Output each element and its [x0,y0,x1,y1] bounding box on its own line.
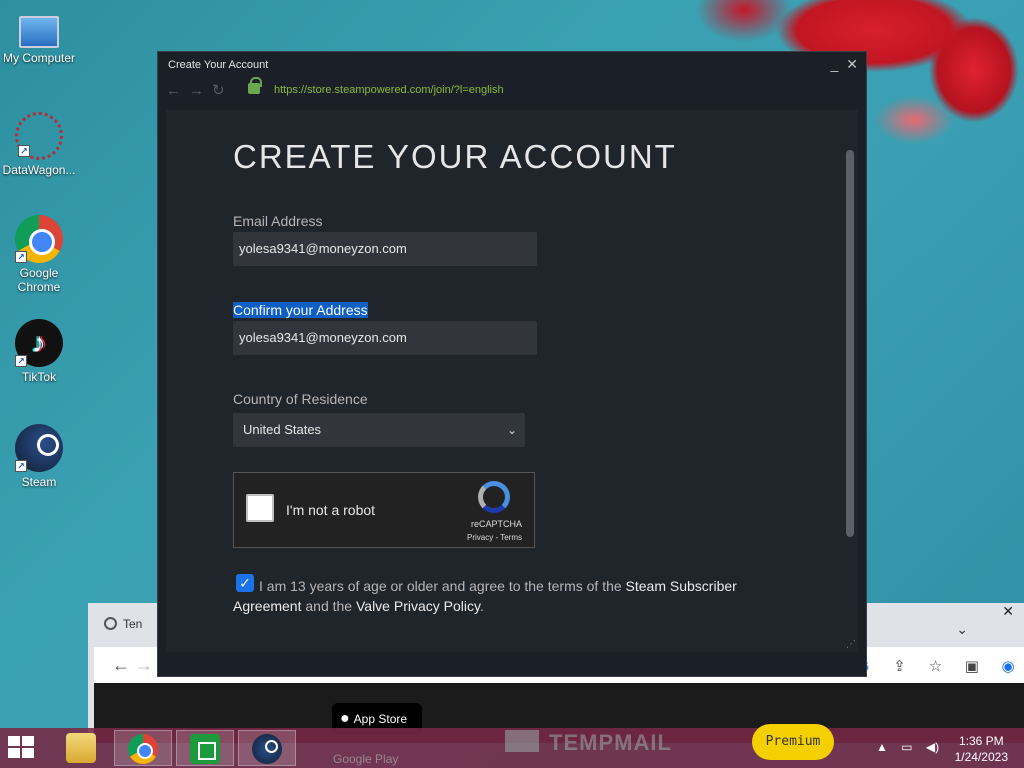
lock-icon [248,77,262,94]
taskbar-steam[interactable] [238,730,296,766]
recaptcha-label: I'm not a robot [286,502,376,518]
reload-icon[interactable]: ↻ [212,82,225,99]
recaptcha-widget: I'm not a robot reCAPTCHA Privacy - Term… [233,472,535,548]
country-select-value: United States [243,422,322,437]
profile-icon[interactable]: ◉ [992,657,1024,675]
store-icon [190,734,220,764]
desktop-icon-label: Google Chrome [17,266,61,294]
chevron-down-icon: ⌄ [506,423,517,437]
datawagon-icon: ↗ [15,112,63,160]
taskbar-file-explorer[interactable] [52,730,110,766]
email-input[interactable]: yolesa9341@moneyzon.com [233,232,537,266]
desktop-icon-my-computer[interactable]: My Computer [0,8,78,65]
page-content: ⋰ CREATE YOUR ACCOUNT Email Address yole… [166,110,858,652]
browser-toolbar-icons: G ⇪ ☆ ▣ ◉ [847,657,1024,675]
recaptcha-brand: reCAPTCHA [470,519,522,529]
globe-icon [104,617,117,630]
chrome-icon [128,734,158,764]
window-title: Create Your Account [168,59,269,71]
tab-list-chevron-icon[interactable]: ⌄ [956,621,968,638]
share-icon[interactable]: ⇪ [883,657,915,675]
desktop-icon-google-chrome[interactable]: ↗ Google Chrome [0,215,78,294]
google-play-label: Google Play [333,752,399,766]
window-titlebar[interactable]: Create Your Account _ ✕ [158,52,866,78]
volume-icon[interactable]: ◀) [926,740,939,754]
apple-icon: ● [340,710,350,727]
windows-start-icon[interactable] [8,736,36,760]
tiktok-icon: ♪ ↗ [15,319,63,367]
desktop-icon-steam[interactable]: ↗ Steam [0,424,78,489]
envelope-icon [505,730,539,752]
desktop-icon-label: DataWagon... [2,163,76,177]
country-label: Country of Residence [233,391,368,407]
confirm-email-input[interactable]: yolesa9341@moneyzon.com [233,321,537,355]
shortcut-arrow-icon: ↗ [15,460,27,472]
agreement-middle: and the [305,598,353,614]
desktop-icon-label: My Computer [2,51,76,65]
folder-icon [66,733,96,763]
scrollbar[interactable] [846,150,854,537]
window-controls: _ ✕ [822,56,858,73]
steam-create-account-window: Create Your Account _ ✕ ← → ↻ https://store… [157,51,867,677]
tempmail-label: TEMPMAIL [549,730,672,755]
taskbar: Google Play TEMPMAIL Premium ▲ ▭ ◀) 1:36… [0,724,1024,768]
sidepanel-icon[interactable]: ▣ [956,657,988,675]
window-close-icon[interactable]: ✕ [1002,603,1014,620]
valve-privacy-policy-link[interactable]: Valve Privacy Policy [356,598,480,614]
agreement-prefix: I am 13 years of age or older and agree … [259,578,622,594]
tempmail-logo: TEMPMAIL [505,730,672,756]
nav-buttons: ← → ↻ [166,81,233,99]
url-bar: ← → ↻ https://store.steampowered.com/join/… [158,77,866,102]
clock-time: 1:36 PM [958,734,1004,748]
country-select[interactable]: United States ⌄ [233,413,525,447]
email-label: Email Address [233,213,323,229]
premium-button[interactable]: Premium [752,724,834,760]
recaptcha-links[interactable]: Privacy - Terms [467,533,522,542]
browser-tab[interactable]: Ten [104,617,164,639]
desktop-icon-tiktok[interactable]: ♪ ↗ TikTok [0,319,78,384]
shortcut-arrow-icon: ↗ [15,251,27,263]
confirm-email-label: Confirm your Address [233,302,368,318]
desktop-icon-label: Steam [21,475,57,489]
minimize-icon[interactable]: _ [830,56,838,72]
system-tray: ▲ ▭ ◀) [876,740,949,754]
desktop-icon-datawagon[interactable]: ↗ DataWagon... [0,112,78,177]
computer-icon [19,16,59,48]
clock-date: 1/24/2023 [954,750,1008,764]
taskbar-clock[interactable]: 1:36 PM 1/24/2023 [955,733,1008,765]
recaptcha-logo-icon [478,481,510,513]
shortcut-arrow-icon: ↗ [18,145,30,157]
browser-tab-label: Ten [123,617,143,631]
app-store-label: App Store [353,712,408,726]
agreement-suffix: . [479,598,484,614]
chrome-icon: ↗ [15,215,63,263]
tray-chevron-up-icon[interactable]: ▲ [876,740,888,754]
taskbar-store[interactable] [176,730,234,766]
back-arrow-icon[interactable]: ← [166,82,181,99]
page-title: CREATE YOUR ACCOUNT [233,138,677,175]
network-icon[interactable]: ▭ [901,740,912,754]
steam-icon: ↗ [15,424,63,472]
forward-arrow-icon[interactable]: → [135,655,153,675]
back-arrow-icon[interactable]: ← → [112,655,153,676]
desktop-icon-label: TikTok [21,370,57,384]
taskbar-chrome[interactable] [114,730,172,766]
forward-arrow-icon[interactable]: → [189,82,204,99]
steam-icon [252,734,282,764]
star-icon[interactable]: ☆ [920,657,952,675]
resize-grip-icon[interactable]: ⋰ [846,639,856,650]
recaptcha-checkbox[interactable] [246,494,274,522]
close-icon[interactable]: ✕ [846,56,858,72]
page-url[interactable]: https://store.steampowered.com/join/?l=e… [274,84,504,96]
shortcut-arrow-icon: ↗ [15,355,27,367]
agreement-text: I am 13 years of age or older and agree … [233,576,793,616]
